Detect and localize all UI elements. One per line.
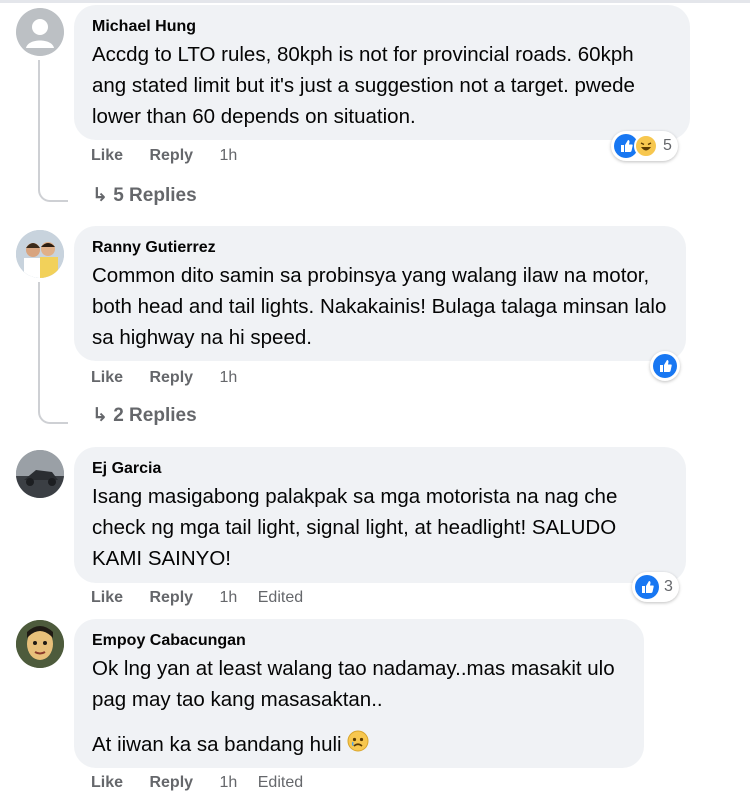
avatar-default-icon[interactable] <box>16 8 64 56</box>
edited-label[interactable]: Edited <box>258 774 303 791</box>
comment-text-line: Accdg to LTO rules, 80kph is not for pro… <box>92 43 635 128</box>
comment-text: Common dito samin sa probinsya yang wala… <box>92 260 668 353</box>
view-replies-button[interactable]: ↳ 2 Replies <box>92 404 197 427</box>
reaction-summary[interactable] <box>650 351 680 381</box>
reaction-summary[interactable]: 3 <box>632 572 679 602</box>
comment-actions: Like Reply 1h <box>91 147 259 165</box>
comment-text: Ok lng yan at least walang tao nadamay..… <box>92 653 626 761</box>
haha-icon <box>634 134 658 158</box>
thread-line <box>38 282 68 424</box>
reply-arrow-icon: ↳ <box>92 185 108 206</box>
avatar-photo[interactable] <box>16 230 64 278</box>
comment-text-line: At iiwan ka sa bandang huli <box>92 733 342 756</box>
like-button[interactable]: Like <box>91 369 123 386</box>
comment-author[interactable]: Michael Hung <box>92 17 672 37</box>
replies-label: 2 Replies <box>113 405 197 426</box>
comment-actions: Like Reply 1h <box>91 369 259 387</box>
reply-button[interactable]: Reply <box>149 369 193 386</box>
comment-bubble: Ej Garcia Isang masigabong palakpak sa m… <box>74 447 686 583</box>
avatar-photo[interactable] <box>16 620 64 668</box>
avatar-photo[interactable] <box>16 450 64 498</box>
comment-text-line: Isang masigabong palakpak sa mga motoris… <box>92 485 618 570</box>
replies-label: 5 Replies <box>113 185 197 206</box>
comment-text-line-with-emoji: At iiwan ka sa bandang huli <box>92 729 626 761</box>
reaction-count: 5 <box>663 137 672 154</box>
view-replies-button[interactable]: ↳ 5 Replies <box>92 184 197 207</box>
reply-button[interactable]: Reply <box>149 589 193 606</box>
comment-bubble: Ranny Gutierrez Common dito samin sa pro… <box>74 226 686 361</box>
like-button[interactable]: Like <box>91 589 123 606</box>
reaction-summary[interactable]: 5 <box>611 131 678 161</box>
reply-button[interactable]: Reply <box>149 774 193 791</box>
comment-text-line: Ok lng yan at least walang tao nadamay..… <box>92 657 615 711</box>
like-icon <box>635 575 659 599</box>
crying-face-icon <box>347 730 369 761</box>
comment-text: Accdg to LTO rules, 80kph is not for pro… <box>92 39 672 132</box>
comment-timestamp[interactable]: 1h <box>220 774 238 791</box>
comment-actions: Like Reply 1h Edited <box>91 589 325 607</box>
thread-line <box>38 60 68 202</box>
like-button[interactable]: Like <box>91 774 123 791</box>
reply-arrow-icon: ↳ <box>92 405 108 426</box>
reaction-count: 3 <box>664 578 673 595</box>
reply-button[interactable]: Reply <box>149 147 193 164</box>
comment-text: Isang masigabong palakpak sa mga motoris… <box>92 481 668 574</box>
comment-bubble: Michael Hung Accdg to LTO rules, 80kph i… <box>74 5 690 140</box>
comment-timestamp[interactable]: 1h <box>220 369 238 386</box>
comment-actions: Like Reply 1h Edited <box>91 774 325 792</box>
comment-bubble: Empoy Cabacungan Ok lng yan at least wal… <box>74 619 644 768</box>
comment-text-line: Common dito samin sa probinsya yang wala… <box>92 264 667 349</box>
comment-timestamp[interactable]: 1h <box>220 589 238 606</box>
top-divider <box>0 0 750 3</box>
like-icon <box>653 354 677 378</box>
comment-author[interactable]: Empoy Cabacungan <box>92 631 626 651</box>
comment-timestamp[interactable]: 1h <box>220 147 238 164</box>
comment-author[interactable]: Ranny Gutierrez <box>92 238 668 258</box>
edited-label[interactable]: Edited <box>258 589 303 606</box>
comment-author[interactable]: Ej Garcia <box>92 459 668 479</box>
like-button[interactable]: Like <box>91 147 123 164</box>
